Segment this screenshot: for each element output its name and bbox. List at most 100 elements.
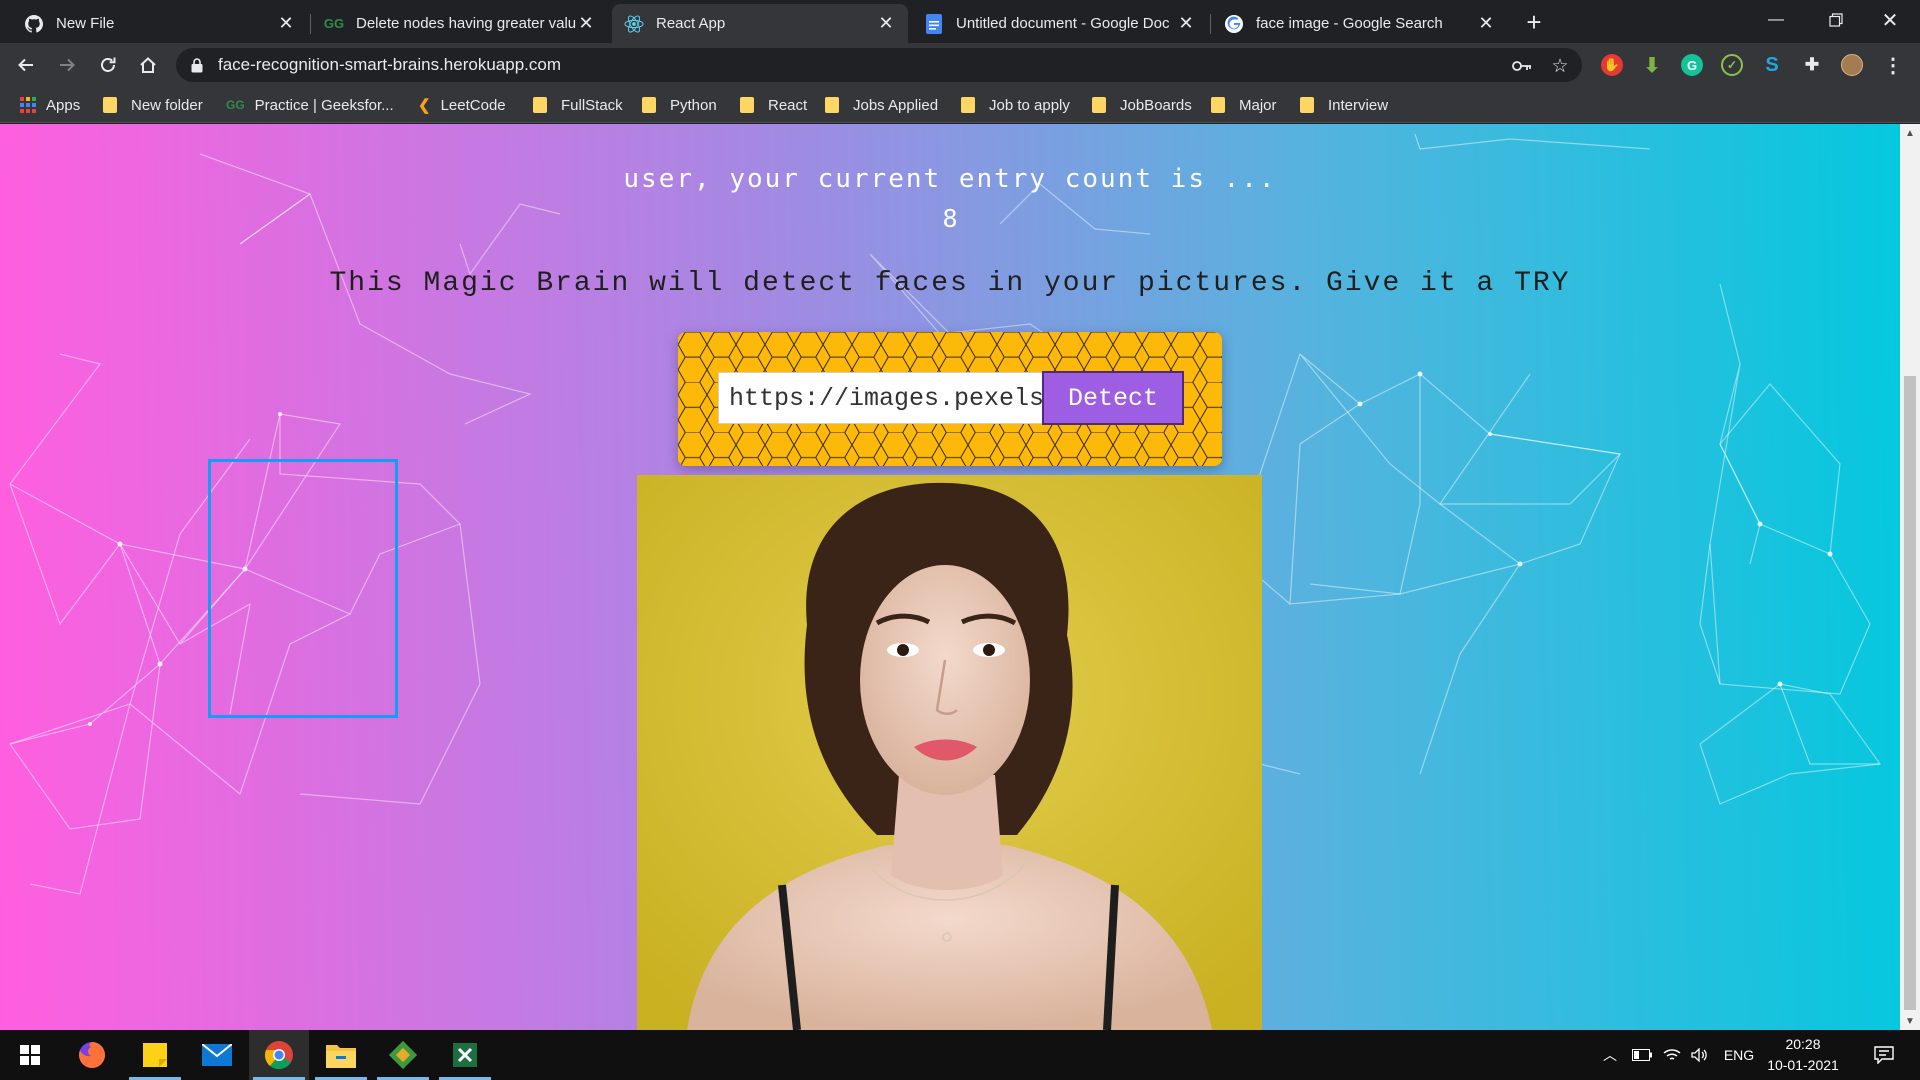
menu-kebab-icon[interactable]: ⋮ — [1882, 54, 1904, 77]
close-icon[interactable]: ✕ — [276, 13, 296, 34]
system-clock[interactable]: 20:28 10-01-2021 — [1760, 1034, 1846, 1076]
bookmark-major[interactable]: Major — [1211, 93, 1277, 117]
reload-icon — [101, 57, 116, 72]
bookmark-jobboards[interactable]: JobBoards — [1092, 93, 1192, 117]
extensions-puzzle-icon[interactable]: ✚ — [1801, 54, 1823, 76]
clock-time: 20:28 — [1785, 1036, 1821, 1052]
react-icon — [624, 14, 644, 34]
geeksforgeeks-icon: GG — [226, 98, 245, 112]
google-icon — [1224, 14, 1244, 34]
bookmark-jobs-applied[interactable]: Jobs Applied — [825, 93, 938, 117]
lock-icon[interactable] — [191, 57, 205, 73]
browser-toolbar: face-recognition-smart-brains.herokuapp.… — [0, 43, 1920, 87]
bookmark-job-to-apply[interactable]: Job to apply — [961, 93, 1070, 117]
close-icon[interactable]: ✕ — [576, 13, 596, 34]
new-tab-button[interactable]: + — [1520, 7, 1548, 37]
tab-strip: New File ✕ GG Delete nodes having greate… — [0, 0, 1920, 43]
tab-new-file[interactable]: New File ✕ — [12, 4, 308, 43]
notifications-icon[interactable] — [1864, 1030, 1904, 1080]
address-bar[interactable]: face-recognition-smart-brains.herokuapp.… — [176, 48, 1582, 82]
page-scrollbar[interactable]: ▲ ▼ — [1900, 124, 1920, 1030]
windows-start-icon[interactable] — [0, 1030, 60, 1080]
bookmark-label: Job to apply — [989, 96, 1070, 114]
scroll-down-icon[interactable]: ▼ — [1900, 1012, 1920, 1030]
bookmark-geeksforgeeks[interactable]: GG Practice | Geeksfor... — [226, 93, 394, 117]
bookmark-label: Python — [670, 96, 717, 114]
bookmark-interview[interactable]: Interview — [1300, 93, 1388, 117]
back-button[interactable] — [10, 49, 42, 81]
battery-icon[interactable] — [1630, 1030, 1654, 1080]
bookmark-star-icon[interactable]: ☆ — [1550, 56, 1570, 77]
home-button[interactable] — [132, 49, 164, 81]
folder-icon — [1300, 97, 1314, 113]
tab-separator — [310, 14, 311, 34]
google-docs-icon — [924, 13, 944, 34]
leetcode-icon: ❮ — [418, 97, 431, 114]
tab-geeksforgeeks[interactable]: GG Delete nodes having greater valu ✕ — [312, 4, 608, 43]
reload-button[interactable] — [92, 49, 124, 81]
apps-grid-icon — [20, 97, 36, 113]
tab-react-app[interactable]: React App ✕ — [612, 4, 908, 43]
firefox-icon[interactable] — [62, 1030, 122, 1080]
adblock-extension-icon[interactable]: ✋ — [1601, 54, 1623, 76]
tab-title: New File — [56, 15, 115, 32]
tab-title: Delete nodes having greater valu — [356, 15, 576, 32]
s-extension-icon[interactable]: S — [1761, 54, 1783, 76]
download-extension-icon[interactable]: ⬇ — [1641, 54, 1663, 77]
tab-google-docs[interactable]: Untitled document - Google Doc ✕ — [912, 4, 1208, 43]
detect-button[interactable]: Detect — [1042, 371, 1184, 425]
excel-icon[interactable] — [435, 1030, 495, 1080]
chrome-icon[interactable] — [249, 1030, 309, 1080]
bookmark-label: New folder — [131, 96, 203, 114]
language-indicator[interactable]: ENG — [1718, 1030, 1760, 1080]
bookmark-label: FullStack — [561, 96, 623, 114]
folder-icon — [533, 97, 547, 113]
scroll-up-icon[interactable]: ▲ — [1900, 124, 1920, 142]
page-viewport: user, your current entry count is ... 8 … — [0, 124, 1900, 1030]
tab-google-search[interactable]: face image - Google Search ✕ — [1212, 4, 1508, 43]
bookmark-label: JobBoards — [1120, 96, 1192, 114]
close-icon[interactable]: ✕ — [1176, 13, 1196, 34]
forward-button[interactable] — [51, 49, 83, 81]
windows-taskbar: ︿ ENG 20:28 10-01-2021 — [0, 1030, 1920, 1080]
sticky-notes-icon[interactable] — [125, 1030, 185, 1080]
forward-arrow-icon — [60, 58, 75, 72]
detected-face-image — [637, 475, 1262, 1030]
grammarly-icon[interactable]: G — [1681, 54, 1703, 76]
bookmark-python[interactable]: Python — [642, 93, 717, 117]
tab-title: React App — [656, 15, 726, 32]
scroll-thumb[interactable] — [1904, 376, 1916, 1010]
bookmark-fullstack[interactable]: FullStack — [533, 93, 623, 117]
close-window-button[interactable]: ✕ — [1860, 0, 1920, 40]
tab-title: face image - Google Search — [1256, 15, 1443, 32]
bookmark-react[interactable]: React — [740, 93, 807, 117]
wifi-icon[interactable] — [1660, 1030, 1684, 1080]
bookmark-apps[interactable]: Apps — [20, 93, 80, 117]
bookmark-new-folder[interactable]: New folder — [103, 93, 203, 117]
git-icon[interactable] — [373, 1030, 433, 1080]
image-link-form: Detect — [678, 332, 1222, 466]
close-icon[interactable]: ✕ — [876, 13, 896, 34]
greeting-text: user, your current entry count is ... — [623, 164, 1277, 194]
folder-icon — [825, 97, 839, 113]
back-arrow-icon — [18, 58, 33, 72]
home-icon — [140, 57, 156, 73]
close-icon[interactable]: ✕ — [1476, 13, 1496, 34]
github-icon — [24, 14, 44, 34]
geeksforgeeks-icon: GG — [323, 16, 345, 31]
bookmark-leetcode[interactable]: ❮ LeetCode — [418, 93, 506, 117]
key-icon[interactable] — [1512, 56, 1532, 76]
mail-icon[interactable] — [187, 1030, 247, 1080]
checkmark-extension-icon[interactable]: ✓ — [1721, 54, 1743, 76]
bookmark-label: Interview — [1328, 96, 1389, 114]
folder-icon — [642, 97, 656, 113]
image-url-input[interactable] — [718, 372, 1062, 424]
minimize-button[interactable]: — — [1746, 0, 1806, 40]
restore-button[interactable] — [1806, 0, 1866, 40]
volume-icon[interactable] — [1688, 1030, 1712, 1080]
chevron-up-icon[interactable]: ︿ — [1598, 1030, 1622, 1080]
file-explorer-icon[interactable] — [311, 1030, 371, 1080]
profile-avatar[interactable] — [1841, 54, 1863, 76]
bookmark-label: LeetCode — [440, 96, 506, 114]
folder-icon — [1092, 97, 1106, 113]
